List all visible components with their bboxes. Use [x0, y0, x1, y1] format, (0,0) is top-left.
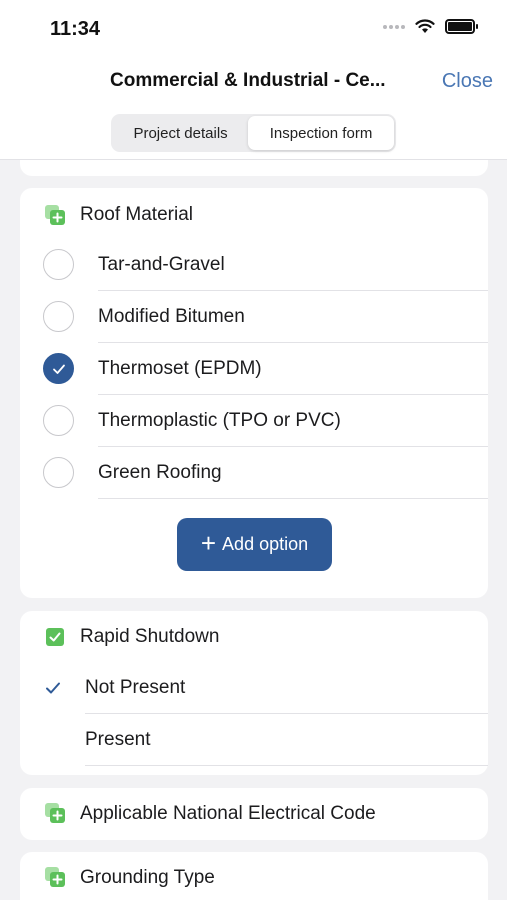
page-title: Commercial & Industrial - Ce... [110, 70, 386, 91]
grounding-type-header[interactable]: Grounding Type [20, 852, 488, 900]
checkmark-icon [52, 364, 65, 374]
option-label: Not Present [85, 677, 186, 698]
segmented-control: Project details Inspection form [111, 114, 396, 152]
tab-project-details[interactable]: Project details [113, 116, 248, 150]
plus-icon: + [200, 528, 217, 558]
roof-material-header[interactable]: Roof Material [20, 188, 488, 242]
option-label: Present [85, 729, 151, 750]
add-option-label: Add option [222, 534, 309, 554]
add-square-icon [45, 867, 65, 887]
option-label: Thermoset (EPDM) [98, 358, 262, 379]
checkbox-checked-icon [46, 628, 64, 646]
battery-icon [445, 19, 478, 34]
applicable-nec-header[interactable]: Applicable National Electrical Code [20, 788, 488, 840]
check-circle-icon[interactable] [43, 353, 74, 384]
rapid-shutdown-title: Rapid Shutdown [80, 626, 220, 647]
option-green-roofing[interactable]: Green Roofing [20, 447, 488, 499]
status-icons [383, 19, 478, 34]
grounding-type-card[interactable]: Grounding Type [20, 852, 488, 900]
roof-material-title: Roof Material [80, 204, 193, 225]
option-thermoplastic[interactable]: Thermoplastic (TPO or PVC) [20, 395, 488, 447]
radio-button[interactable] [43, 301, 74, 332]
radio-button[interactable] [43, 249, 74, 280]
option-present[interactable]: Present [20, 714, 488, 766]
applicable-nec-title: Applicable National Electrical Code [80, 803, 376, 824]
close-button[interactable]: Close [442, 70, 493, 93]
rapid-shutdown-header[interactable]: Rapid Shutdown [20, 611, 488, 663]
option-label: Tar-and-Gravel [98, 254, 225, 275]
rapid-shutdown-card: Rapid Shutdown Not Present Present [20, 611, 488, 775]
divider [98, 498, 488, 499]
option-label: Green Roofing [98, 462, 222, 483]
add-square-icon [45, 205, 65, 225]
option-label: Modified Bitumen [98, 306, 245, 327]
status-time: 11:34 [50, 18, 101, 40]
tab-inspection-form[interactable]: Inspection form [248, 116, 394, 150]
add-square-icon [45, 803, 65, 823]
roof-material-card: Roof Material Tar-and-Gravel Modified Bi… [20, 188, 488, 598]
add-option-button[interactable]: + Add option [177, 518, 332, 571]
checkmark-icon [46, 682, 60, 694]
divider [85, 765, 488, 766]
option-label: Thermoplastic (TPO or PVC) [98, 410, 341, 431]
header: 11:34 Commercial & Industrial - Ce... Cl… [0, 0, 507, 160]
radio-button[interactable] [43, 405, 74, 436]
wifi-icon [415, 19, 435, 33]
applicable-nec-card[interactable]: Applicable National Electrical Code [20, 788, 488, 840]
option-not-present[interactable]: Not Present [20, 662, 488, 714]
grounding-type-title: Grounding Type [80, 867, 215, 888]
radio-button[interactable] [43, 457, 74, 488]
option-tar-and-gravel[interactable]: Tar-and-Gravel [20, 239, 488, 291]
option-modified-bitumen[interactable]: Modified Bitumen [20, 291, 488, 343]
signal-dots-icon [383, 24, 405, 29]
option-thermoset-epdm[interactable]: Thermoset (EPDM) [20, 343, 488, 395]
